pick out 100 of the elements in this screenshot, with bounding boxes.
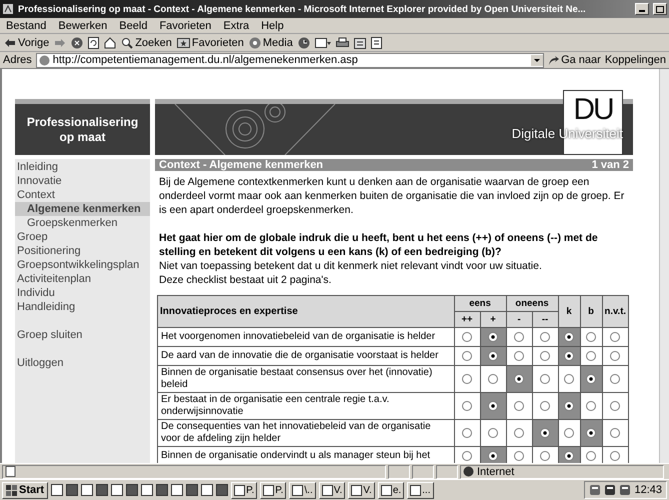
nav-link[interactable]: Uitloggen bbox=[15, 356, 150, 370]
nav-link[interactable]: Groepskenmerken bbox=[15, 216, 150, 230]
address-field[interactable]: http://competentiemanagement.du.nl/algemenekenmerken.asp bbox=[36, 52, 544, 68]
links-label[interactable]: Koppelingen bbox=[604, 54, 666, 66]
minimize-button[interactable] bbox=[635, 3, 649, 15]
toolbar-button[interactable]: Zoeken bbox=[121, 36, 172, 48]
toolbar-button[interactable]: Vorige bbox=[4, 36, 50, 48]
radio-button[interactable] bbox=[540, 401, 550, 412]
radio-button[interactable] bbox=[586, 374, 596, 384]
program-icon[interactable] bbox=[126, 484, 138, 496]
toolbar-icon-button[interactable] bbox=[314, 36, 331, 48]
radio-button[interactable] bbox=[488, 451, 498, 462]
program-icon[interactable] bbox=[201, 484, 214, 496]
program-icon[interactable] bbox=[66, 484, 78, 496]
radio-button[interactable] bbox=[610, 451, 620, 462]
toolbar-icon-button[interactable] bbox=[370, 36, 382, 48]
toolbar-icon-button[interactable] bbox=[88, 36, 100, 48]
nav-link[interactable]: Individu bbox=[15, 286, 150, 300]
radio-button[interactable] bbox=[586, 401, 596, 412]
radio-button[interactable] bbox=[514, 332, 524, 342]
program-icon[interactable] bbox=[81, 484, 94, 496]
radio-button[interactable] bbox=[586, 332, 596, 342]
toolbar-icon-button[interactable] bbox=[104, 36, 116, 48]
radio-button[interactable] bbox=[462, 401, 472, 412]
task-button[interactable]: V. bbox=[348, 482, 375, 498]
program-icon[interactable] bbox=[51, 484, 64, 496]
program-icon[interactable] bbox=[171, 484, 184, 496]
status-pane bbox=[388, 464, 410, 478]
radio-button[interactable] bbox=[564, 428, 574, 438]
radio-button[interactable] bbox=[610, 428, 620, 438]
toolbar-icon-button[interactable] bbox=[336, 36, 349, 48]
nav-link[interactable]: Groep sluiten bbox=[15, 328, 150, 342]
radio-button[interactable] bbox=[540, 428, 550, 438]
nav-link[interactable]: Innovatie bbox=[15, 174, 150, 188]
menu-item[interactable]: Beeld bbox=[119, 20, 148, 32]
radio-button[interactable] bbox=[564, 401, 574, 412]
task-button[interactable]: \.. bbox=[289, 482, 316, 498]
menu-item[interactable]: Bestand bbox=[6, 20, 46, 32]
nav-link[interactable]: Groepsontwikkelingsplan bbox=[15, 258, 150, 272]
radio-button[interactable] bbox=[462, 374, 472, 384]
toolbar-icon-button[interactable] bbox=[354, 36, 366, 48]
radio-button[interactable] bbox=[488, 351, 498, 362]
radio-button[interactable] bbox=[610, 374, 620, 384]
radio-button[interactable] bbox=[540, 374, 550, 384]
radio-button[interactable] bbox=[586, 451, 596, 462]
task-button[interactable]: P. bbox=[260, 482, 286, 498]
toolbar-button[interactable]: Media bbox=[248, 36, 293, 48]
menu-item[interactable]: Bewerken bbox=[58, 20, 108, 32]
radio-button[interactable] bbox=[514, 374, 524, 384]
radio-button[interactable] bbox=[488, 332, 498, 342]
go-button[interactable]: Ga naar bbox=[548, 54, 601, 66]
radio-button[interactable] bbox=[514, 451, 524, 462]
radio-button[interactable] bbox=[488, 374, 498, 384]
maximize-button[interactable] bbox=[653, 3, 667, 15]
scrollbar[interactable] bbox=[659, 69, 669, 463]
toolbar-button[interactable]: Favorieten bbox=[176, 36, 244, 48]
radio-button[interactable] bbox=[564, 374, 574, 384]
nav-link[interactable]: Activiteitenplan bbox=[15, 272, 150, 286]
radio-button[interactable] bbox=[462, 351, 472, 362]
radio-button[interactable] bbox=[610, 351, 620, 362]
nav-link[interactable]: Inleiding bbox=[15, 160, 150, 174]
nav-link[interactable]: Handleiding bbox=[15, 300, 150, 314]
radio-button[interactable] bbox=[540, 332, 550, 342]
program-icon[interactable] bbox=[156, 484, 168, 496]
radio-button[interactable] bbox=[488, 428, 498, 438]
toolbar-icon-button[interactable] bbox=[71, 36, 84, 48]
radio-button[interactable] bbox=[514, 401, 524, 412]
radio-button[interactable] bbox=[586, 351, 596, 362]
program-icon[interactable] bbox=[111, 484, 124, 496]
radio-button[interactable] bbox=[610, 401, 620, 412]
radio-button[interactable] bbox=[462, 451, 472, 462]
radio-button[interactable] bbox=[540, 351, 550, 362]
task-button[interactable]: ... bbox=[407, 482, 434, 498]
radio-button[interactable] bbox=[564, 351, 574, 362]
menu-item[interactable]: Favorieten bbox=[159, 20, 212, 32]
task-button[interactable]: V. bbox=[318, 482, 346, 498]
menu-item[interactable]: Help bbox=[261, 20, 284, 32]
program-icon[interactable] bbox=[216, 484, 228, 496]
radio-button[interactable] bbox=[586, 428, 596, 438]
radio-button[interactable] bbox=[462, 428, 472, 438]
nav-link[interactable]: Groep bbox=[15, 230, 150, 244]
menu-item[interactable]: Extra bbox=[223, 20, 250, 32]
program-icon[interactable] bbox=[141, 484, 154, 496]
nav-link[interactable]: Positionering bbox=[15, 244, 150, 258]
toolbar-icon-button[interactable] bbox=[298, 36, 310, 48]
program-icon[interactable] bbox=[96, 484, 108, 496]
program-icon[interactable] bbox=[186, 484, 198, 496]
radio-button[interactable] bbox=[488, 401, 498, 412]
radio-button[interactable] bbox=[564, 451, 574, 462]
radio-button[interactable] bbox=[610, 332, 620, 342]
radio-button[interactable] bbox=[564, 332, 574, 342]
start-button[interactable]: Start bbox=[2, 482, 48, 498]
radio-button[interactable] bbox=[540, 451, 550, 462]
task-button[interactable]: e. bbox=[378, 482, 404, 498]
radio-button[interactable] bbox=[514, 428, 524, 438]
nav-link[interactable]: Algemene kenmerken bbox=[15, 202, 150, 216]
radio-button[interactable] bbox=[514, 351, 524, 362]
radio-button[interactable] bbox=[462, 332, 472, 342]
nav-link[interactable]: Context bbox=[15, 188, 150, 202]
task-button[interactable]: P. bbox=[231, 482, 258, 498]
